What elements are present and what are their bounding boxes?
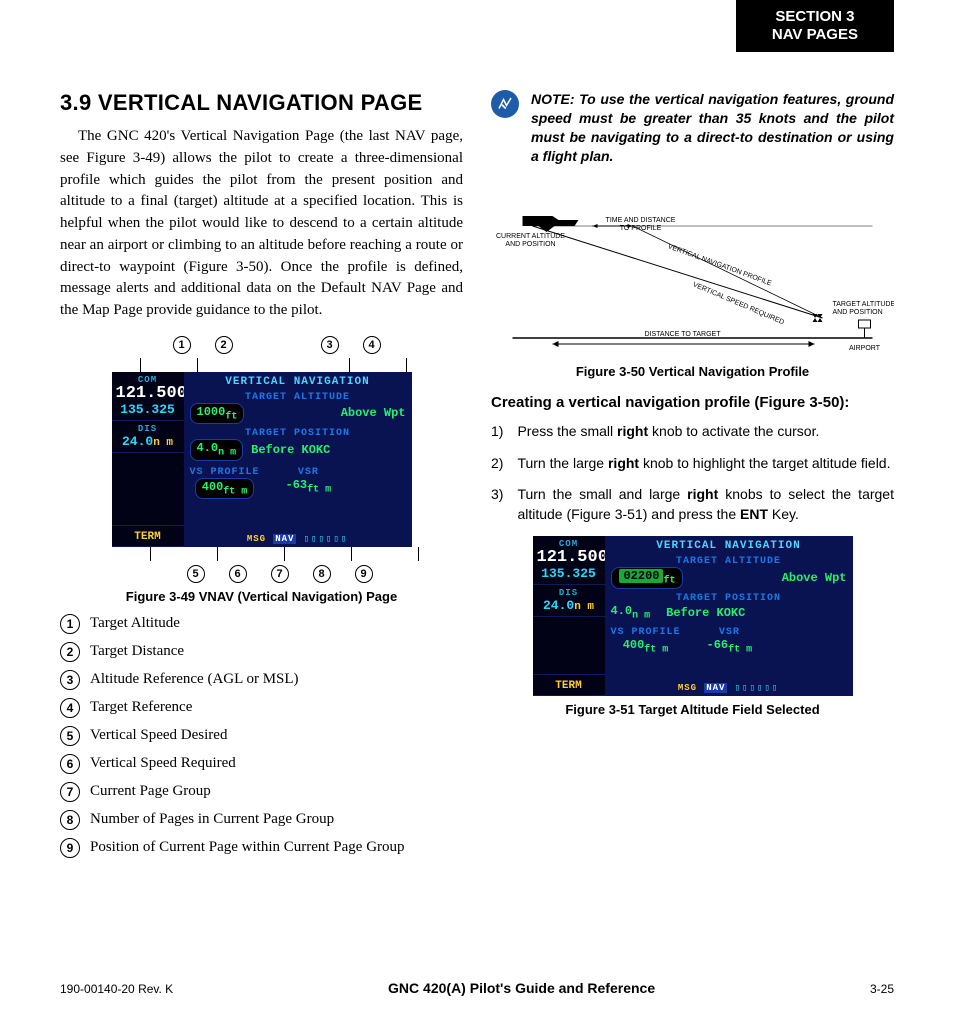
target-alt-ref: Above Wpt [782,571,847,585]
note-icon [491,90,519,118]
svg-text:CURRENT ALTITUDE: CURRENT ALTITUDE [496,233,565,240]
callout-8: 8 [313,565,331,583]
dis-value: 24.0 [122,434,153,449]
callout-9: 9 [355,565,373,583]
step-text: Press the small right knob to activate t… [517,422,819,442]
vsp-label: VS PROFILE [190,467,260,478]
com-standby: 135.325 [537,566,601,581]
com-standby: 135.325 [116,402,180,417]
msg-indicator: MSG [678,683,697,693]
target-pos-dist: 4.0 [197,441,219,455]
note-block: NOTE: To use the vertical navigation fea… [491,90,894,166]
legend-item: Vertical Speed Desired [90,726,227,746]
nav-indicator: NAV [273,534,296,544]
svg-text:DISTANCE TO TARGET: DISTANCE TO TARGET [645,331,722,338]
note-text: NOTE: To use the vertical navigation fea… [531,90,894,166]
term-label: TERM [555,680,581,692]
callout-4: 4 [363,336,381,354]
com-active: 121.500 [116,385,180,402]
vsr-value: -66 [707,638,729,652]
page-footer: 190-00140-20 Rev. K GNC 420(A) Pilot's G… [60,980,894,996]
intro-paragraph: The GNC 420's Vertical Navigation Page (… [60,126,463,322]
gps-title: VERTICAL NAVIGATION [611,540,847,552]
page-boxes: ▯▯▯▯▯▯ [735,683,780,693]
callout-7: 7 [271,565,289,583]
term-label: TERM [134,531,160,543]
step-text: Turn the large right knob to highlight t… [517,454,890,474]
callout-2: 2 [215,336,233,354]
target-pos-rel: Before KOKC [251,443,330,457]
page-boxes: ▯▯▯▯▯▯ [304,534,349,544]
procedure-steps: 1) Press the small right knob to activat… [491,422,894,524]
callout-legend: 1Target Altitude 2Target Distance 3Altit… [60,614,463,858]
svg-text:TARGET ALTITUDE: TARGET ALTITUDE [833,301,895,308]
gps-title: VERTICAL NAVIGATION [190,376,406,388]
dis-value: 24.0 [543,598,574,613]
svg-text:AND POSITION: AND POSITION [505,241,555,248]
section-line2: NAV PAGES [772,26,858,44]
vsr-label: VSR [286,467,332,478]
footer-title: GNC 420(A) Pilot's Guide and Reference [388,980,655,996]
fig351-caption: Figure 3-51 Target Altitude Field Select… [491,702,894,717]
svg-text:VERTICAL NAVIGATION PROFILE: VERTICAL NAVIGATION PROFILE [667,243,773,287]
dis-unit: n m [153,437,173,449]
dis-label: DIS [537,588,601,598]
target-alt-selected: 02200 [619,569,663,583]
callout-1: 1 [173,336,191,354]
target-pos-rel: Before KOKC [666,606,745,620]
left-column: 3.9 VERTICAL NAVIGATION PAGE The GNC 420… [60,90,463,866]
svg-text:TIME AND DISTANCE: TIME AND DISTANCE [606,217,676,224]
target-alt-label: TARGET ALTITUDE [611,556,847,567]
target-pos-label: TARGET POSITION [190,428,406,439]
footer-pagenum: 3-25 [870,982,894,996]
legend-item: Target Distance [90,642,184,662]
fig350-caption: Figure 3-50 Vertical Navigation Profile [491,364,894,379]
page-heading: 3.9 VERTICAL NAVIGATION PAGE [60,90,463,116]
target-pos-dist: 4.0 [611,604,633,618]
section-tab: SECTION 3 NAV PAGES [736,0,894,52]
vsp-value: 400 [202,480,224,494]
callout-5: 5 [187,565,205,583]
figure-3-49: 1 2 3 4 COM 121.500 135.325 DIS 24.0n m [60,336,463,604]
legend-item: Position of Current Page within Current … [90,838,405,858]
legend-item: Number of Pages in Current Page Group [90,810,334,830]
gps-screen-fig351: COM 121.500 135.325 DIS 24.0n m TERM VER… [533,536,853,696]
footer-docnum: 190-00140-20 Rev. K [60,982,173,996]
figure-3-50-diagram: VERTICAL NAVIGATION PROFILE TIME AND DIS… [491,178,894,358]
msg-indicator: MSG [247,534,266,544]
section-line1: SECTION 3 [772,8,858,26]
svg-text:VERTICAL SPEED REQUIRED: VERTICAL SPEED REQUIRED [692,281,785,326]
vsr-value: -63 [286,478,308,492]
gps-screen-fig349: COM 121.500 135.325 DIS 24.0n m TERM VER… [112,372,412,547]
figure-3-51: COM 121.500 135.325 DIS 24.0n m TERM VER… [491,536,894,717]
callout-3: 3 [321,336,339,354]
legend-item: Vertical Speed Required [90,754,236,774]
fig349-caption: Figure 3-49 VNAV (Vertical Navigation) P… [60,589,463,604]
target-pos-label: TARGET POSITION [611,593,847,604]
dis-label: DIS [116,424,180,434]
step-text: Turn the small and large right knobs to … [517,485,894,524]
vsp-label: VS PROFILE [611,627,681,638]
svg-text:AND POSITION: AND POSITION [833,309,883,316]
legend-item: Target Reference [90,698,192,718]
callout-6: 6 [229,565,247,583]
svg-text:AIRPORT: AIRPORT [849,345,881,352]
legend-item: Current Page Group [90,782,211,802]
legend-item: Altitude Reference (AGL or MSL) [90,670,299,690]
target-alt-label: TARGET ALTITUDE [190,392,406,403]
vsp-value: 400 [623,638,645,652]
vsr-label: VSR [707,627,753,638]
right-column: NOTE: To use the vertical navigation fea… [491,90,894,866]
nav-indicator: NAV [704,683,727,693]
com-active: 121.500 [537,549,601,566]
target-alt-ref: Above Wpt [341,406,406,420]
procedure-subhead: Creating a vertical navigation profile (… [491,393,894,413]
legend-item: Target Altitude [90,614,180,634]
target-alt-value: 1000 [197,405,226,419]
